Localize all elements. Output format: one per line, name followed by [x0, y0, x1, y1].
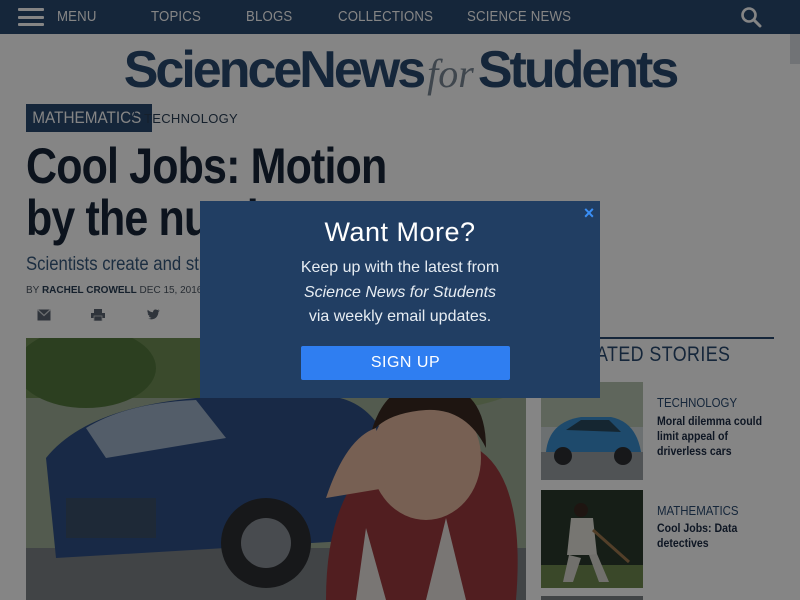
modal-text-line3: via weekly email updates.: [308, 308, 492, 325]
sign-up-button[interactable]: SIGN UP: [301, 346, 510, 380]
modal-title: Want More?: [324, 217, 476, 247]
modal-text-line2: Science News for Students: [303, 284, 497, 301]
modal-text-line1: Keep up with the latest from: [300, 259, 500, 276]
